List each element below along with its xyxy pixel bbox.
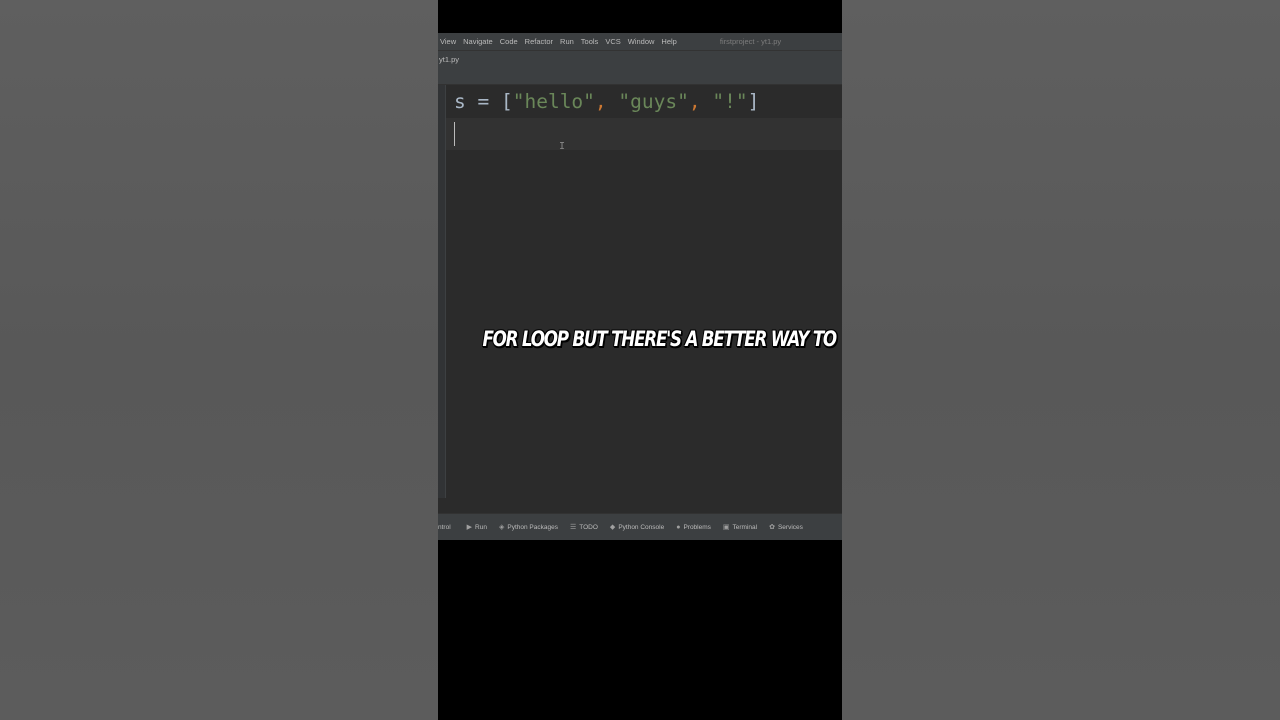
ibeam-cursor-icon: I (559, 141, 566, 152)
terminal-icon: ▣ (722, 524, 730, 531)
menu-bar: View Navigate Code Refactor Run Tools VC… (438, 33, 842, 50)
tool-terminal[interactable]: ▣ Terminal (722, 523, 758, 532)
code-comma-1: , (594, 90, 619, 113)
menu-window[interactable]: Window (628, 37, 655, 46)
tool-label: ntrol (438, 523, 451, 531)
current-line-highlight (446, 118, 842, 150)
menu-refactor[interactable]: Refactor (525, 37, 553, 46)
menu-help[interactable]: Help (661, 37, 676, 46)
code-editor[interactable]: s = ["hello", "guys", "!"] I (438, 85, 842, 498)
code-operator: = (465, 90, 501, 113)
list-icon: ☰ (569, 524, 577, 531)
tool-label: Problems (683, 523, 711, 531)
code-comma-2: , (688, 90, 713, 113)
tool-run[interactable]: ▶ Run (466, 523, 487, 532)
tool-label: Python Console (618, 523, 665, 531)
menu-tools[interactable]: Tools (581, 37, 599, 46)
tool-todo[interactable]: ☰ TODO (569, 523, 598, 532)
video-caption: FOR LOOP BUT THERE'S A BETTER WAY TO (482, 327, 837, 352)
tool-problems[interactable]: ● Problems (676, 524, 711, 531)
tool-label: TODO (579, 523, 598, 531)
tool-python-packages[interactable]: ◈ Python Packages (498, 523, 558, 532)
editor-gutter (438, 85, 446, 498)
menu-view[interactable]: View (440, 37, 456, 46)
text-caret (454, 122, 455, 146)
tool-label: Terminal (732, 523, 758, 531)
code-variable: s (454, 90, 466, 113)
menu-navigate[interactable]: Navigate (463, 37, 493, 46)
blurred-background-right (842, 0, 1280, 720)
packages-icon: ◈ (498, 524, 505, 531)
blurred-background-left (0, 0, 438, 720)
video-frame: View Navigate Code Refactor Run Tools VC… (438, 0, 842, 720)
tab-bar: yt1.py (438, 50, 842, 68)
play-icon: ▶ (466, 524, 473, 531)
python-icon: ◆ (609, 524, 616, 531)
tool-label: Services (777, 523, 803, 531)
menu-run[interactable]: Run (560, 37, 574, 46)
tool-label: Python Packages (507, 523, 558, 531)
tool-window-bar: ntrol ▶ Run ◈ Python Packages ☰ TODO ◆ Pytho… (438, 513, 842, 540)
code-line-1: s = ["hello", "guys", "!"] (454, 89, 759, 115)
code-bracket-close: ] (747, 90, 760, 113)
toolbar-strip (438, 68, 842, 85)
tool-services[interactable]: ✿ Services (769, 523, 803, 532)
menu-vcs[interactable]: VCS (605, 37, 620, 46)
tab-file[interactable]: yt1.py (439, 55, 459, 64)
code-string-guys: "guys" (618, 90, 689, 113)
info-icon: ● (676, 523, 681, 531)
code-string-hello: "hello" (512, 90, 595, 113)
menu-code[interactable]: Code (500, 37, 518, 46)
project-title: firstproject - yt1.py (719, 37, 782, 46)
services-icon: ✿ (769, 524, 775, 531)
tool-label: Run (475, 523, 487, 531)
code-string-exclaim: "!" (712, 90, 748, 113)
ide-window: View Navigate Code Refactor Run Tools VC… (438, 33, 842, 540)
tool-version-control[interactable]: ntrol (438, 524, 451, 531)
code-bracket-open: [ (500, 90, 513, 113)
tool-python-console[interactable]: ◆ Python Console (609, 523, 665, 532)
